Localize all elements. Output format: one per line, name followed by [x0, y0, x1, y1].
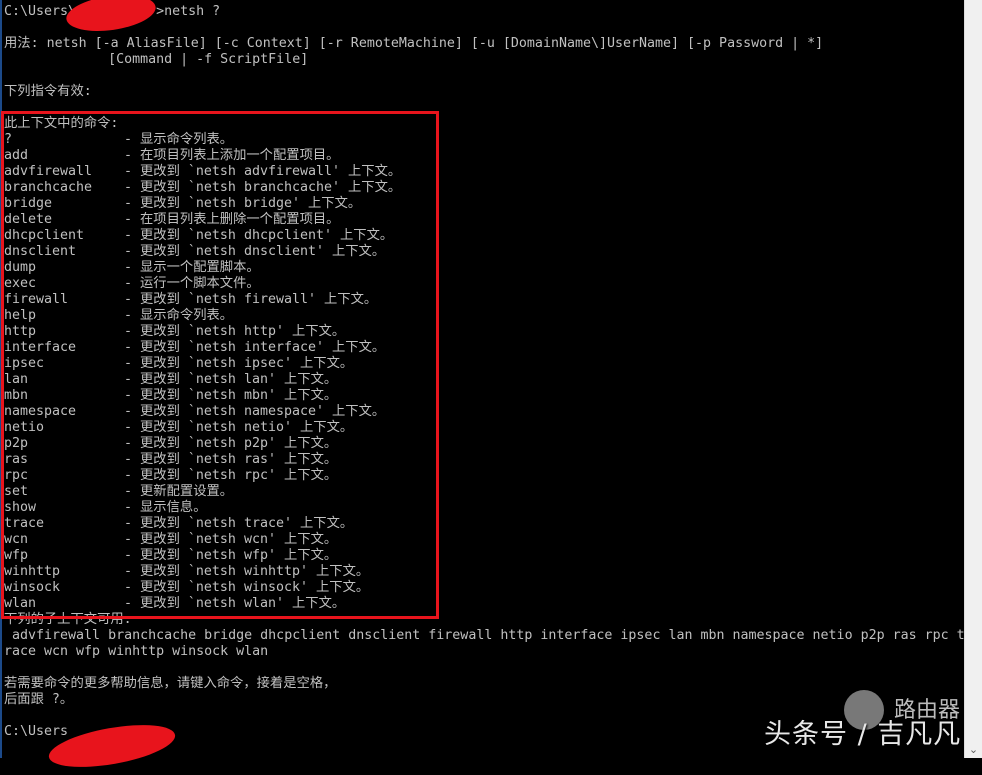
vertical-scrollbar[interactable]: ⌄	[964, 0, 982, 758]
valid-commands-heading: 下列指令有效:	[4, 84, 92, 99]
highlight-box	[1, 111, 439, 619]
usage-line-1: 用法: netsh [-a AliasFile] [-c Context] [-…	[4, 36, 824, 51]
subcontexts-line-2: race wcn wfp winhttp winsock wlan	[4, 644, 269, 659]
usage-line-2: [Command | -f ScriptFile]	[4, 52, 309, 67]
scroll-down-arrow-icon[interactable]: ⌄	[965, 743, 982, 756]
watermark-text: 头条号 / 吉凡凡	[764, 719, 962, 750]
subcontexts-line-1: advfirewall branchcache bridge dhcpclien…	[4, 628, 965, 643]
watermark: 路由器 头条号 / 吉凡凡	[764, 690, 964, 758]
